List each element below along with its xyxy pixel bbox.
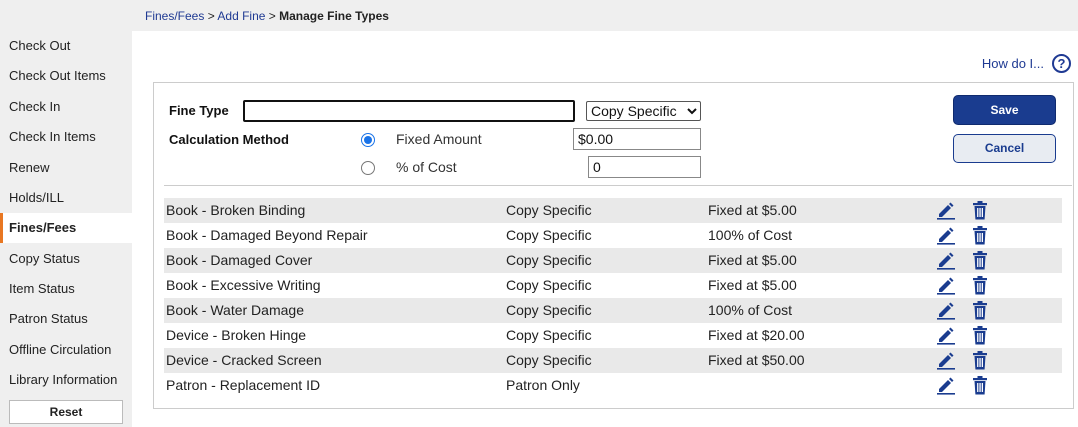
table-row: Book - Broken Binding Copy Specific Fixe… xyxy=(164,198,1062,223)
sidebar-item-label: Patron Status xyxy=(9,311,88,326)
pencil-icon[interactable] xyxy=(936,301,956,320)
sidebar-item-copy-status[interactable]: Copy Status xyxy=(0,244,132,274)
trash-icon[interactable] xyxy=(972,201,988,220)
fine-amount-cell: Fixed at $20.00 xyxy=(708,327,805,343)
sidebar-item-offline-circulation[interactable]: Offline Circulation xyxy=(0,335,132,365)
sidebar-item-label: Check In Items xyxy=(9,129,96,144)
fine-name-cell: Patron - Replacement ID xyxy=(166,377,321,393)
sidebar-item-label: Offline Circulation xyxy=(9,342,112,357)
trash-icon[interactable] xyxy=(972,376,988,395)
breadcrumb-separator: > xyxy=(268,9,276,23)
sidebar-item-label: Holds/ILL xyxy=(9,190,64,205)
fine-scope-cell: Copy Specific xyxy=(506,277,592,293)
fine-name-cell: Book - Excessive Writing xyxy=(166,277,321,293)
percent-of-cost-label: % of Cost xyxy=(396,159,457,175)
trash-icon[interactable] xyxy=(972,251,988,270)
sidebar-item-check-in-items[interactable]: Check In Items xyxy=(0,122,132,152)
trash-icon[interactable] xyxy=(972,276,988,295)
fine-types-table: Book - Broken Binding Copy Specific Fixe… xyxy=(164,198,1062,398)
breadcrumb-current: Manage Fine Types xyxy=(279,9,389,23)
fine-amount-cell: 100% of Cost xyxy=(708,302,793,318)
fine-scope-cell: Copy Specific xyxy=(506,227,592,243)
breadcrumb-separator: > xyxy=(207,9,215,23)
table-row: Book - Damaged Beyond Repair Copy Specif… xyxy=(164,223,1062,248)
fine-scope-cell: Copy Specific xyxy=(506,252,592,268)
trash-icon[interactable] xyxy=(972,351,988,370)
trash-icon[interactable] xyxy=(972,301,988,320)
trash-icon[interactable] xyxy=(972,326,988,345)
pencil-icon[interactable] xyxy=(936,201,956,220)
trash-icon[interactable] xyxy=(972,226,988,245)
fixed-amount-label: Fixed Amount xyxy=(396,131,482,147)
table-row: Device - Cracked Screen Copy Specific Fi… xyxy=(164,348,1062,373)
pencil-icon[interactable] xyxy=(936,226,956,245)
fixed-amount-input[interactable] xyxy=(573,128,701,150)
fine-type-label: Fine Type xyxy=(169,103,229,118)
fine-name-cell: Device - Broken Hinge xyxy=(166,327,307,343)
pencil-icon[interactable] xyxy=(936,251,956,270)
fine-amount-cell: Fixed at $5.00 xyxy=(708,252,797,268)
sidebar-item-label: Renew xyxy=(9,160,50,175)
fine-scope-select[interactable]: Copy Specific xyxy=(586,101,701,121)
fine-name-cell: Book - Damaged Cover xyxy=(166,252,313,268)
sidebar-item-label: Item Status xyxy=(9,281,75,296)
table-row: Book - Damaged Cover Copy Specific Fixed… xyxy=(164,248,1062,273)
fixed-amount-radio[interactable] xyxy=(361,133,375,147)
sidebar-item-item-status[interactable]: Item Status xyxy=(0,274,132,304)
sidebar-item-holds-ill[interactable]: Holds/ILL xyxy=(0,183,132,213)
fine-amount-cell: Fixed at $5.00 xyxy=(708,277,797,293)
fine-scope-cell: Copy Specific xyxy=(506,327,592,343)
sidebar: Check Out Check Out Items Check In Check… xyxy=(0,0,132,427)
fine-scope-cell: Copy Specific xyxy=(506,352,592,368)
pencil-icon[interactable] xyxy=(936,326,956,345)
sidebar-item-label: Fines/Fees xyxy=(9,220,77,235)
sidebar-item-label: Check In xyxy=(9,99,61,114)
reset-button[interactable]: Reset xyxy=(9,400,123,424)
fine-scope-cell: Patron Only xyxy=(506,377,580,393)
fine-amount-cell: Fixed at $50.00 xyxy=(708,352,805,368)
fine-amount-cell: Fixed at $5.00 xyxy=(708,202,797,218)
save-button[interactable]: Save xyxy=(953,95,1056,125)
fine-name-cell: Book - Damaged Beyond Repair xyxy=(166,227,368,243)
sidebar-item-fines-fees[interactable]: Fines/Fees xyxy=(0,213,132,243)
fine-name-cell: Book - Broken Binding xyxy=(166,202,306,218)
sidebar-item-check-out[interactable]: Check Out xyxy=(0,31,132,61)
breadcrumb: Fines/Fees > Add Fine > Manage Fine Type… xyxy=(145,9,389,23)
sidebar-item-label: Library Information xyxy=(9,372,118,387)
fine-name-cell: Device - Cracked Screen xyxy=(166,352,322,368)
help-link-label: How do I... xyxy=(981,56,1044,71)
sidebar-item-check-in[interactable]: Check In xyxy=(0,92,132,122)
calculation-method-label: Calculation Method xyxy=(169,132,289,147)
fine-type-input[interactable] xyxy=(243,100,575,122)
sidebar-item-label: Check Out xyxy=(9,38,71,53)
fine-scope-cell: Copy Specific xyxy=(506,202,592,218)
fine-scope-cell: Copy Specific xyxy=(506,302,592,318)
fine-name-cell: Book - Water Damage xyxy=(166,302,304,318)
sidebar-item-label: Check Out Items xyxy=(9,68,106,83)
sidebar-item-renew[interactable]: Renew xyxy=(0,153,132,183)
sidebar-item-label: Copy Status xyxy=(9,251,80,266)
table-row: Patron - Replacement ID Patron Only xyxy=(164,373,1062,398)
percent-of-cost-input[interactable] xyxy=(588,156,701,178)
pencil-icon[interactable] xyxy=(936,376,956,395)
percent-of-cost-radio[interactable] xyxy=(361,161,375,175)
table-row: Device - Broken Hinge Copy Specific Fixe… xyxy=(164,323,1062,348)
fine-amount-cell: 100% of Cost xyxy=(708,227,793,243)
sidebar-item-library-information[interactable]: Library Information xyxy=(0,365,132,395)
pencil-icon[interactable] xyxy=(936,351,956,370)
divider xyxy=(164,185,1072,186)
help-link[interactable]: How do I... ? xyxy=(982,54,1071,73)
table-row: Book - Excessive Writing Copy Specific F… xyxy=(164,273,1062,298)
sidebar-item-check-out-items[interactable]: Check Out Items xyxy=(0,61,132,91)
sidebar-item-patron-status[interactable]: Patron Status xyxy=(0,304,132,334)
pencil-icon[interactable] xyxy=(936,276,956,295)
breadcrumb-bar: Fines/Fees > Add Fine > Manage Fine Type… xyxy=(132,0,1078,31)
breadcrumb-link-add-fine[interactable]: Add Fine xyxy=(217,9,265,23)
cancel-button[interactable]: Cancel xyxy=(953,134,1056,163)
breadcrumb-link-fines-fees[interactable]: Fines/Fees xyxy=(145,9,204,23)
table-row: Book - Water Damage Copy Specific 100% o… xyxy=(164,298,1062,323)
help-circle-icon[interactable]: ? xyxy=(1052,54,1071,73)
fine-type-panel: Fine Type Copy Specific Calculation Meth… xyxy=(153,82,1074,409)
